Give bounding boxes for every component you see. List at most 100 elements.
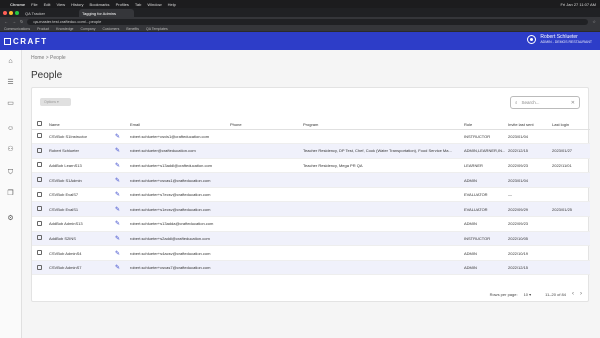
edit-pencil-icon[interactable]: ✎ (115, 207, 120, 213)
menu-file[interactable]: File (31, 2, 37, 7)
table-row[interactable]: CSVBob EvalS1 ✎ robert.schlueter+s1ecsv@cr… (32, 201, 590, 218)
row-checkbox[interactable] (37, 264, 42, 270)
table-row[interactable]: CSVBob AdminS4 ✎ robert.schlueter+s4acsv@c… (32, 245, 590, 261)
people-table: Name Email Phone Program Role Invite las… (32, 120, 590, 276)
menu-profiles[interactable]: Profiles (116, 2, 129, 7)
url-field[interactable]: qa-master.test.crafteduc.com/...people (27, 18, 589, 25)
star-icon[interactable]: ☆ (592, 19, 596, 24)
cell-name[interactable]: AddBob AdminS13 (49, 216, 115, 232)
bookmark-item[interactable]: Company (80, 27, 95, 31)
user-menu[interactable]: Robert Schlueter ADMIN - DEMOS RESTAURAN… (527, 34, 592, 45)
edit-pencil-icon[interactable]: ✎ (115, 163, 120, 169)
browser-tab-tagging[interactable]: Tagging for Admins (79, 9, 134, 17)
graduation-icon[interactable]: ⛉ (7, 169, 14, 176)
home-icon[interactable]: ⌂ (7, 58, 14, 65)
bookmark-item[interactable]: Benefits (126, 27, 139, 31)
menu-view[interactable]: View (56, 2, 65, 7)
forward-icon[interactable]: → (12, 19, 16, 24)
table-row[interactable]: AddBob S2INS ✎ robert.schlueter+s2addi@cra… (32, 231, 590, 247)
settings-icon[interactable]: ⚙ (7, 215, 14, 222)
row-checkbox[interactable] (37, 162, 42, 168)
cell-invite-last-sent: 2023/01/04 (508, 129, 552, 145)
edit-pencil-icon[interactable]: ✎ (115, 134, 120, 140)
back-icon[interactable]: ← (4, 19, 8, 24)
row-checkbox[interactable] (37, 191, 42, 197)
craft-logo[interactable]: CRAFT (4, 37, 48, 46)
edit-pencil-icon[interactable]: ✎ (115, 251, 120, 257)
select-all-checkbox[interactable] (37, 121, 42, 127)
column-header-phone[interactable]: Phone (230, 120, 303, 130)
cell-name[interactable]: CSVBob AdminS4 (49, 245, 115, 261)
cell-email: robert.schlueter+s4acsv@crafteducation.c… (130, 245, 230, 261)
copy-icon[interactable]: ❐ (7, 190, 14, 197)
people-icon[interactable]: ☺ (7, 125, 14, 132)
column-header-name[interactable]: Name (49, 120, 115, 130)
table-row[interactable]: CSVBob AdminS7 ✎ robert.schlueter+csvas7@c… (32, 260, 590, 276)
document-icon[interactable]: ▭ (7, 100, 14, 107)
cell-name[interactable]: CSVBob S1Admin (49, 172, 115, 188)
list-icon[interactable]: ☰ (7, 79, 14, 86)
bookmark-item[interactable]: Communications (4, 27, 30, 31)
row-checkbox[interactable] (37, 235, 42, 241)
user-role: ADMIN - DEMOS RESTAURANT (540, 40, 592, 44)
menu-history[interactable]: History (71, 2, 83, 7)
edit-pencil-icon[interactable]: ✎ (115, 265, 120, 271)
bookmark-item[interactable]: Product (37, 27, 49, 31)
edit-pencil-icon[interactable]: ✎ (115, 178, 120, 184)
table-row[interactable]: CSVBob S1Instructor ✎ robert.schlueter+csv… (32, 129, 590, 145)
zoom-window-icon[interactable] (15, 11, 19, 15)
row-checkbox[interactable] (37, 147, 42, 153)
options-button[interactable]: Options ▾ (40, 98, 71, 106)
row-checkbox[interactable] (37, 206, 42, 212)
table-row[interactable]: CSVBob EvalS7 ✎ robert.schlueter+s7ecsv@cr… (32, 187, 590, 203)
menu-window[interactable]: Window (147, 2, 161, 7)
menu-edit[interactable]: Edit (44, 2, 51, 7)
reload-icon[interactable]: ↻ (20, 19, 23, 24)
table-row[interactable]: Robert Schlueter ✎ robert.schlueter@crafte… (32, 143, 590, 159)
table-row[interactable]: AddBob AdminS13 ✎ robert.schlueter+s13adda… (32, 216, 590, 232)
cell-name[interactable]: CSVBob AdminS7 (49, 260, 115, 276)
cell-name[interactable]: CSVBob S1Instructor (49, 129, 115, 145)
column-header-role[interactable]: Role (464, 120, 508, 130)
bookmark-item[interactable]: QA Templates (146, 27, 168, 31)
cell-name[interactable]: AddBob LearnS13 (49, 158, 115, 174)
bookmark-item[interactable]: Knowledge (56, 27, 73, 31)
next-page-icon[interactable]: › (580, 291, 582, 297)
column-header-program[interactable]: Program (303, 120, 464, 130)
cell-program (303, 216, 464, 232)
cell-program (303, 129, 464, 145)
menu-help[interactable]: Help (168, 2, 176, 7)
bookmark-item[interactable]: Customers (102, 27, 119, 31)
cell-name[interactable]: CSVBob EvalS1 (49, 201, 115, 218)
clear-search-icon[interactable]: ✕ (571, 100, 575, 106)
cell-name[interactable]: Robert Schlueter (49, 143, 115, 159)
add-person-icon[interactable]: ⚇ (7, 146, 14, 153)
breadcrumb-home[interactable]: Home (31, 55, 44, 61)
close-window-icon[interactable] (3, 11, 7, 15)
cell-last-login (552, 129, 590, 145)
row-checkbox[interactable] (37, 177, 42, 183)
app-menu[interactable]: Chrome (10, 2, 25, 7)
minimize-window-icon[interactable] (9, 11, 13, 15)
search-input[interactable]: Search... (522, 100, 540, 105)
row-checkbox[interactable] (37, 220, 42, 226)
edit-pencil-icon[interactable]: ✎ (115, 148, 120, 154)
edit-pencil-icon[interactable]: ✎ (115, 221, 120, 227)
menu-bookmarks[interactable]: Bookmarks (90, 2, 110, 7)
row-checkbox[interactable] (37, 133, 42, 139)
cell-name[interactable]: AddBob S2INS (49, 231, 115, 247)
table-row[interactable]: AddBob LearnS13 ✎ robert.schlueter+s13addl… (32, 158, 590, 174)
edit-pencil-icon[interactable]: ✎ (115, 236, 120, 242)
cell-name[interactable]: CSVBob EvalS7 (49, 187, 115, 203)
search-field[interactable]: ⌕ Search... ✕ (510, 96, 580, 109)
column-header-invite[interactable]: Invite last sent (508, 120, 552, 130)
edit-pencil-icon[interactable]: ✎ (115, 192, 120, 198)
menu-tab[interactable]: Tab (135, 2, 141, 7)
column-header-last-login[interactable]: Last login (552, 120, 590, 130)
table-row[interactable]: CSVBob S1Admin ✎ robert.schlueter+csvas1@c… (32, 172, 590, 188)
column-header-email[interactable]: Email (130, 120, 230, 130)
row-checkbox[interactable] (37, 250, 42, 256)
browser-tab-qa-tracker[interactable]: QA Tracker (22, 9, 77, 17)
previous-page-icon[interactable]: ‹ (572, 291, 574, 297)
rows-per-page-select[interactable]: 10 ▾ (524, 292, 532, 297)
